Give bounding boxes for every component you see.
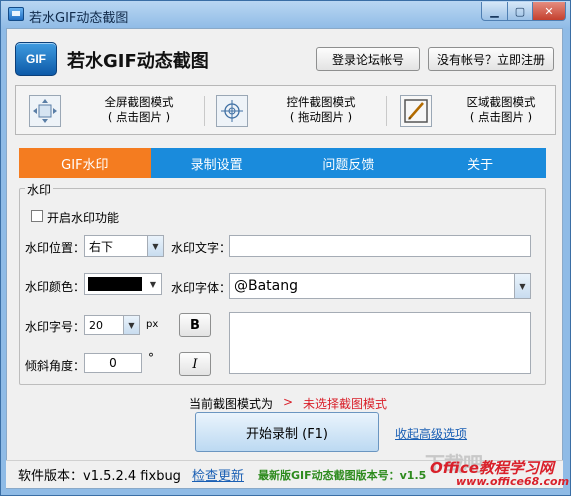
watermark-text-input[interactable] bbox=[229, 235, 531, 257]
latest-version-text: 最新版GIF动态截图版本号：v1.5 bbox=[258, 469, 427, 482]
tab-about[interactable]: 关于 bbox=[414, 148, 546, 178]
control-mode-label: 控件截图模式( 拖动图片 ) bbox=[286, 95, 356, 124]
chevron-down-icon: ▼ bbox=[145, 274, 161, 294]
current-mode-value: 未选择截图模式 bbox=[303, 397, 388, 411]
angle-unit: ° bbox=[148, 351, 154, 365]
capture-mode-panel: 全屏截图模式( 点击图片 ) 控件截图模式( 拖动图片 ) 区域截图模式( 点击… bbox=[15, 85, 556, 135]
main-panel: GIF 若水GIF动态截图 登录论坛帐号 没有帐号？立即注册 全屏截图模式( 点… bbox=[6, 28, 563, 489]
app-icon bbox=[8, 7, 24, 21]
color-label: 水印颜色： bbox=[25, 280, 86, 294]
tab-gif-watermark[interactable]: GIF水印 bbox=[19, 148, 151, 178]
chevron-down-icon: ▼ bbox=[123, 316, 139, 334]
color-swatch bbox=[88, 277, 142, 291]
tab-record-settings[interactable]: 录制设置 bbox=[151, 148, 283, 178]
separator bbox=[204, 96, 205, 126]
maximize-button[interactable]: ▢ bbox=[507, 2, 533, 21]
angle-label: 倾斜角度： bbox=[25, 359, 86, 373]
fullscreen-capture-icon[interactable] bbox=[29, 95, 61, 127]
close-icon: ✕ bbox=[544, 4, 554, 18]
tab-feedback[interactable]: 问题反馈 bbox=[283, 148, 415, 178]
maximize-icon: ▢ bbox=[514, 4, 526, 18]
region-capture-icon[interactable] bbox=[400, 95, 432, 127]
app-title: 若水GIF动态截图 bbox=[67, 51, 209, 72]
current-mode-arrow: > bbox=[283, 395, 294, 409]
separator bbox=[386, 96, 387, 126]
angle-input[interactable]: 0 bbox=[84, 353, 142, 373]
chevron-down-icon: ▼ bbox=[147, 236, 163, 256]
tab-bar: GIF水印 录制设置 问题反馈 关于 bbox=[19, 148, 546, 178]
watermark-url: www.office68.com bbox=[456, 475, 570, 488]
position-select[interactable]: 右下 ▼ bbox=[84, 235, 164, 257]
window-title: 若水GIF动态截图 bbox=[29, 11, 129, 26]
font-select[interactable]: @Batang ▼ bbox=[229, 273, 531, 299]
size-select[interactable]: 20 ▼ bbox=[84, 315, 140, 335]
region-mode-label: 区域截图模式( 点击图片 ) bbox=[466, 95, 536, 124]
app-logo: GIF bbox=[15, 42, 57, 76]
color-picker[interactable]: ▼ bbox=[84, 273, 162, 295]
collapse-advanced-link[interactable]: 收起高级选项 bbox=[395, 425, 467, 442]
current-mode-prefix: 当前截图模式为 bbox=[189, 397, 274, 411]
minimize-icon: ▁ bbox=[490, 4, 499, 18]
size-label: 水印字号： bbox=[25, 320, 86, 334]
position-label: 水印位置： bbox=[25, 241, 86, 255]
fullscreen-mode-label: 全屏截图模式( 点击图片 ) bbox=[104, 95, 174, 124]
check-update-link[interactable]: 检查更新 bbox=[192, 465, 244, 484]
font-label: 水印字体： bbox=[171, 281, 232, 295]
size-unit: px bbox=[146, 319, 159, 330]
login-forum-button[interactable]: 登录论坛帐号 bbox=[316, 47, 420, 71]
bold-button[interactable]: B bbox=[179, 313, 211, 337]
crosshair-capture-icon[interactable] bbox=[216, 95, 248, 127]
enable-watermark-label: 开启水印功能 bbox=[47, 211, 120, 225]
chevron-down-icon: ▼ bbox=[514, 274, 530, 298]
close-button[interactable]: ✕ bbox=[532, 2, 566, 21]
start-recording-button[interactable]: 开始录制 (F1) bbox=[195, 412, 379, 452]
enable-watermark-checkbox[interactable] bbox=[31, 210, 43, 222]
text-label: 水印文字： bbox=[171, 241, 232, 255]
version-text: 软件版本：v1.5.2.4 fixbug bbox=[18, 469, 181, 484]
watermark-group-title: 水印 bbox=[25, 181, 54, 198]
italic-button[interactable]: I bbox=[179, 352, 211, 376]
register-button[interactable]: 没有帐号？立即注册 bbox=[428, 47, 554, 71]
watermark-preview-area[interactable] bbox=[229, 312, 531, 374]
minimize-button[interactable]: ▁ bbox=[481, 2, 508, 21]
